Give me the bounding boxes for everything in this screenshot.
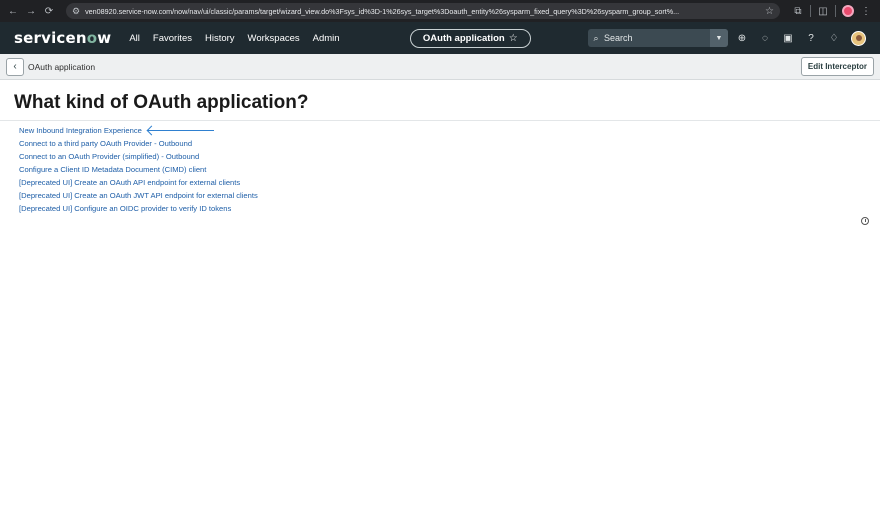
list-item: [Deprecated UI] Create an OAuth API endp… [19, 176, 861, 189]
reload-icon[interactable]: ⟳ [42, 4, 56, 18]
list-item: Configure a Client ID Metadata Document … [19, 163, 861, 176]
link-deprecated-jwt-endpoint[interactable]: [Deprecated UI] Create an OAuth JWT API … [19, 191, 258, 200]
menu-all[interactable]: All [129, 33, 140, 44]
url-text[interactable]: ven08920.service-now.com/now/nav/ui/clas… [85, 7, 761, 16]
menu-history[interactable]: History [205, 33, 235, 44]
context-pill[interactable]: OAuth application ☆ [409, 28, 531, 48]
toolbar-divider [810, 5, 811, 17]
header-center: OAuth application ☆ [353, 28, 588, 48]
menu-workspaces[interactable]: Workspaces [248, 33, 300, 44]
toolbar-divider [835, 5, 836, 17]
list-item: [Deprecated UI] Configure an OIDC provid… [19, 202, 861, 215]
bell-icon[interactable]: ♢ [825, 29, 843, 47]
site-info-icon[interactable]: ⚙ [72, 6, 80, 17]
global-search[interactable]: ⌕ Search ▼ [588, 29, 728, 47]
link-oauth-simplified-outbound[interactable]: Connect to an OAuth Provider (simplified… [19, 152, 199, 161]
clock-icon[interactable] [861, 217, 869, 225]
back-button[interactable]: ‹ [6, 57, 24, 76]
side-panel-icon[interactable]: ◫ [815, 4, 831, 18]
chevron-down-icon[interactable]: ▼ [710, 29, 728, 47]
breadcrumb: OAuth application [28, 61, 96, 72]
profile-avatar[interactable] [842, 5, 854, 17]
list-item: Connect to an OAuth Provider (simplified… [19, 150, 861, 163]
extensions-icon[interactable]: ⧉ [790, 4, 806, 18]
link-third-party-oauth-outbound[interactable]: Connect to a third party OAuth Provider … [19, 139, 192, 148]
page-title: What kind of OAuth application? [0, 80, 880, 121]
back-arrow-icon[interactable]: ← [6, 4, 20, 18]
link-cimd-client[interactable]: Configure a Client ID Metadata Document … [19, 165, 206, 174]
menu-favorites[interactable]: Favorites [153, 33, 192, 44]
list-item: New Inbound Integration Experience [19, 124, 861, 137]
search-input[interactable]: Search [604, 33, 710, 43]
globe-icon[interactable]: ⊕ [733, 29, 751, 47]
menu-admin[interactable]: Admin [313, 33, 340, 44]
favorite-star-icon[interactable]: ☆ [509, 33, 518, 44]
search-icon: ⌕ [593, 32, 599, 43]
chat-icon[interactable]: ◌ [756, 29, 774, 47]
oauth-type-list: New Inbound Integration Experience Conne… [0, 121, 880, 218]
app-header: servicenow All Favorites History Workspa… [0, 22, 880, 54]
edit-interceptor-button[interactable]: Edit Interceptor [800, 57, 874, 76]
link-new-inbound-integration[interactable]: New Inbound Integration Experience [19, 126, 142, 135]
link-deprecated-oidc-provider[interactable]: [Deprecated UI] Configure an OIDC provid… [19, 204, 231, 213]
form-subheader: ‹ OAuth application Edit Interceptor [0, 54, 880, 80]
list-item: [Deprecated UI] Create an OAuth JWT API … [19, 189, 861, 202]
more-menu-icon[interactable]: ⋮ [858, 4, 874, 18]
servicenow-logo[interactable]: servicenow [14, 29, 111, 47]
avatar[interactable] [851, 30, 866, 46]
browser-toolbar: ← → ⟳ ⚙ ven08920.service-now.com/now/nav… [0, 0, 880, 22]
list-item: Connect to a third party OAuth Provider … [19, 137, 861, 150]
forward-arrow-icon[interactable]: → [24, 4, 38, 18]
link-deprecated-api-endpoint[interactable]: [Deprecated UI] Create an OAuth API endp… [19, 178, 240, 187]
context-label: OAuth application [422, 32, 505, 44]
address-bar[interactable]: ⚙ ven08920.service-now.com/now/nav/ui/cl… [66, 3, 780, 19]
bookmark-star-icon[interactable]: ☆ [765, 6, 774, 17]
shortcut-icon[interactable]: ▣ [779, 29, 797, 47]
pointer-arrow-icon [146, 125, 214, 136]
help-icon[interactable]: ? [802, 29, 820, 47]
